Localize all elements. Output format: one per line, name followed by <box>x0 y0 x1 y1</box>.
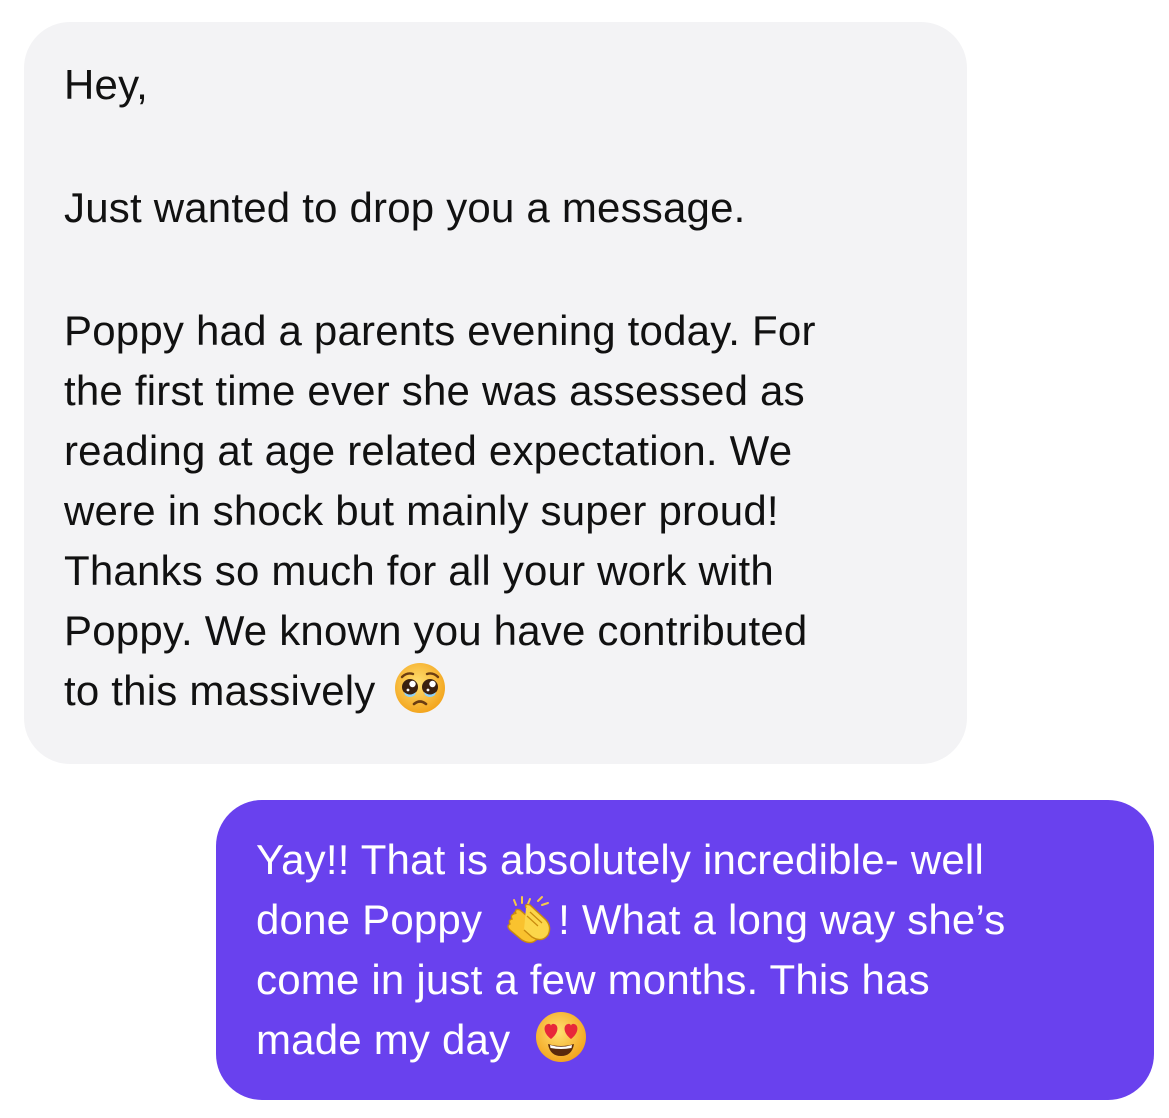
message-text-fragment: to this massively <box>64 667 376 714</box>
message-text-line: done Poppy ! What a long way she’s <box>256 890 1124 950</box>
outgoing-message-bubble[interactable]: Yay!! That is absolutely incredible- wel… <box>216 800 1154 1100</box>
message-text-line: to this massively <box>64 661 927 721</box>
clapping-hands-icon <box>502 894 556 948</box>
message-text-line: were in shock but mainly super proud! <box>64 487 779 534</box>
message-text-line: come in just a few months. This has <box>256 956 930 1003</box>
message-text-line: the first time ever she was assessed as <box>64 367 805 414</box>
message-text-line: Thanks so much for all your work with <box>64 547 774 594</box>
message-text-line: Poppy had a parents evening today. For <box>64 307 816 354</box>
message-text-fragment: done Poppy <box>256 896 483 943</box>
message-text-line: Hey, <box>64 61 149 108</box>
message-text-line: Yay!! That is absolutely incredible- wel… <box>256 836 984 883</box>
message-text-fragment: made my day <box>256 1016 511 1063</box>
message-text-fragment: ! What a long way she’s <box>558 896 1006 943</box>
message-text-line: Just wanted to drop you a message. <box>64 184 746 231</box>
incoming-message-bubble[interactable]: Hey, Just wanted to drop you a message. … <box>24 22 967 764</box>
message-text-line: reading at age related expectation. We <box>64 427 793 474</box>
message-text-line: made my day <box>256 1010 1124 1070</box>
message-text-line: Poppy. We known you have contributed <box>64 607 808 654</box>
pleading-face-icon <box>393 661 447 715</box>
heart-eyes-icon <box>534 1010 588 1064</box>
